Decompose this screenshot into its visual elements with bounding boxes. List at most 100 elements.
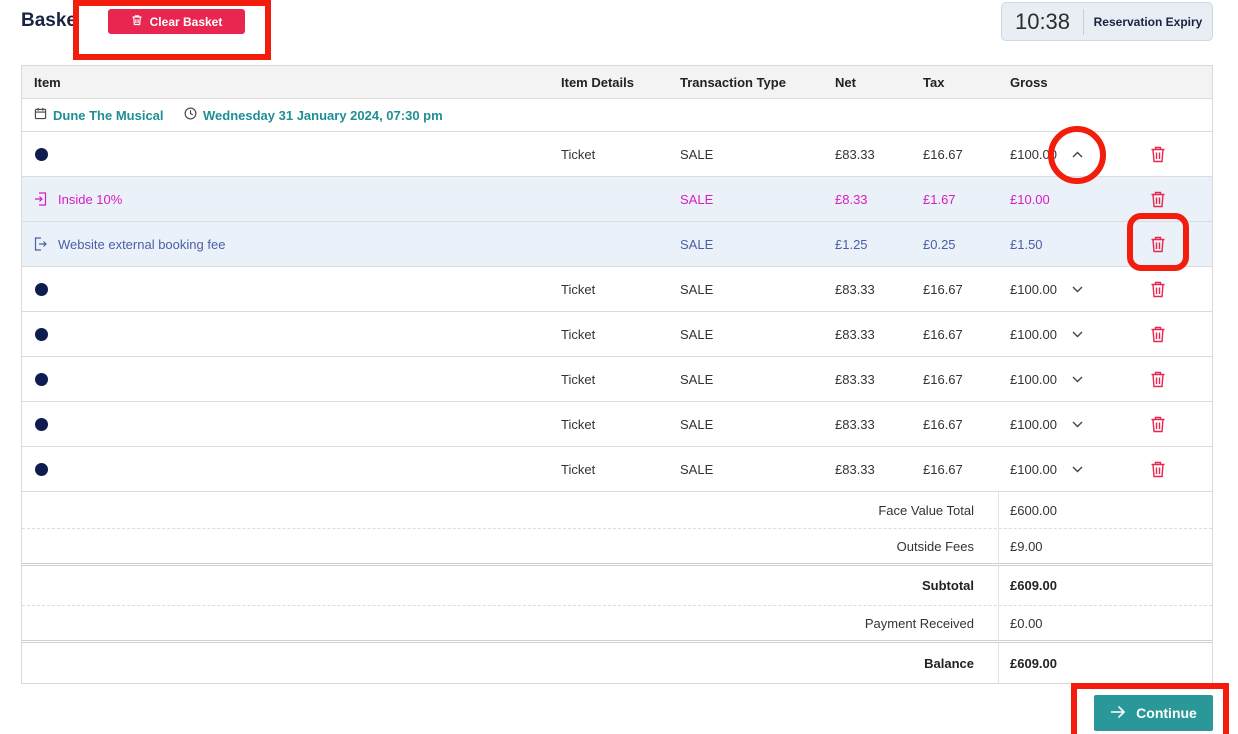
item-details: Ticket	[561, 416, 596, 432]
chevron-down-icon[interactable]	[1072, 357, 1083, 401]
trash-icon[interactable]	[1150, 312, 1166, 356]
transaction-type: SALE	[680, 236, 714, 252]
item-details: Ticket	[561, 461, 596, 477]
net: £83.33	[835, 461, 875, 477]
login-icon	[34, 177, 47, 221]
tax: £0.25	[923, 236, 956, 252]
table-row: Ticket SALE £83.33 £16.67 £100.00	[22, 312, 1212, 357]
table-row: Ticket SALE £83.33 £16.67 £100.00	[22, 447, 1212, 492]
tax: £16.67	[923, 416, 963, 432]
net: £83.33	[835, 326, 875, 342]
chevron-down-icon[interactable]	[1072, 447, 1083, 491]
trash-icon[interactable]	[1150, 132, 1166, 176]
payment-label: Payment Received	[864, 615, 974, 631]
transaction-type: SALE	[680, 371, 714, 387]
transaction-type: SALE	[680, 191, 714, 207]
item-details: Ticket	[561, 146, 596, 162]
table-row: Ticket SALE £83.33 £16.67 £100.00	[22, 267, 1212, 312]
net: £83.33	[835, 281, 875, 297]
trash-icon[interactable]	[1150, 447, 1166, 491]
status-dot	[35, 372, 48, 386]
subtotal-label: Subtotal	[922, 578, 974, 593]
highlight-box	[73, 0, 271, 60]
tax: £16.67	[923, 146, 963, 162]
net: £83.33	[835, 371, 875, 387]
transaction-type: SALE	[680, 461, 714, 477]
table-row: Ticket SALE £83.33 £16.67 £100.00	[22, 402, 1212, 447]
net: £1.25	[835, 236, 868, 252]
item-details: Ticket	[561, 371, 596, 387]
face-value-label: Face Value Total	[878, 502, 974, 518]
clock-icon	[184, 107, 203, 123]
tax: £1.67	[923, 191, 956, 207]
face-value: £600.00	[1010, 502, 1057, 518]
highlight-circle	[1048, 126, 1106, 184]
col-net: Net	[835, 74, 856, 90]
transaction-type: SALE	[680, 281, 714, 297]
gross: £10.00	[1010, 191, 1050, 207]
expiry-label: Reservation Expiry	[1093, 14, 1203, 29]
balance-row: Balance £609.00	[22, 643, 1212, 683]
event-row: Dune The Musical Wednesday 31 January 20…	[22, 99, 1212, 132]
transaction-type: SALE	[680, 416, 714, 432]
event-name-cell[interactable]: Dune The Musical	[34, 99, 164, 131]
gross: £100.00	[1010, 461, 1057, 477]
col-transaction-type: Transaction Type	[680, 74, 786, 90]
highlight-box	[1071, 683, 1229, 734]
tax: £16.67	[923, 461, 963, 477]
tax: £16.67	[923, 281, 963, 297]
subtotal-row: Subtotal £609.00	[22, 566, 1212, 606]
col-tax: Tax	[923, 74, 945, 90]
page-title: Basket	[21, 10, 73, 31]
chevron-down-icon[interactable]	[1072, 402, 1083, 446]
outside-fees-row: Outside Fees £9.00	[22, 529, 1212, 566]
trash-icon[interactable]	[1150, 357, 1166, 401]
reservation-expiry: 10:38 Reservation Expiry	[1001, 2, 1213, 41]
transaction-type: SALE	[680, 146, 714, 162]
status-dot	[35, 147, 48, 161]
col-gross: Gross	[1010, 74, 1048, 90]
face-value-row: Face Value Total £600.00	[22, 492, 1212, 529]
event-datetime-cell: Wednesday 31 January 2024, 07:30 pm	[184, 99, 443, 131]
subtotal: £609.00	[1010, 578, 1057, 593]
table-row: Website external booking fee SALE £1.25 …	[22, 222, 1212, 267]
fee-label: Website external booking fee	[58, 236, 226, 252]
tax: £16.67	[923, 371, 963, 387]
status-dot	[35, 282, 48, 296]
table-row: Inside 10% SALE £8.33 £1.67 £10.00	[22, 177, 1212, 222]
table-header: Item Item Details Transaction Type Net T…	[22, 66, 1212, 99]
calendar-icon	[34, 107, 53, 123]
event-name: Dune The Musical	[53, 107, 164, 123]
gross: £100.00	[1010, 281, 1057, 297]
item-details: Ticket	[561, 326, 596, 342]
logout-icon	[34, 222, 47, 266]
net: £83.33	[835, 146, 875, 162]
table-row: Ticket SALE £83.33 £16.67 £100.00	[22, 132, 1212, 177]
gross: £100.00	[1010, 416, 1057, 432]
trash-icon[interactable]	[1150, 267, 1166, 311]
status-dot	[35, 417, 48, 431]
gross: £100.00	[1010, 371, 1057, 387]
fee-label: Inside 10%	[58, 191, 123, 207]
balance-label: Balance	[924, 655, 974, 671]
tax: £16.67	[923, 326, 963, 342]
outside-fees: £9.00	[1010, 538, 1043, 554]
col-item: Item	[34, 74, 61, 90]
expiry-time: 10:38	[1002, 8, 1084, 35]
gross: £1.50	[1010, 236, 1043, 252]
balance: £609.00	[1010, 655, 1057, 671]
transaction-type: SALE	[680, 326, 714, 342]
chevron-down-icon[interactable]	[1072, 312, 1083, 356]
net: £8.33	[835, 191, 868, 207]
payment-row: Payment Received £0.00	[22, 606, 1212, 643]
event-datetime: Wednesday 31 January 2024, 07:30 pm	[203, 107, 443, 123]
status-dot	[35, 327, 48, 341]
trash-icon[interactable]	[1150, 402, 1166, 446]
basket-table: Item Item Details Transaction Type Net T…	[21, 65, 1213, 684]
chevron-down-icon[interactable]	[1072, 267, 1083, 311]
gross: £100.00	[1010, 326, 1057, 342]
highlight-box	[1127, 213, 1189, 271]
table-row: Ticket SALE £83.33 £16.67 £100.00	[22, 357, 1212, 402]
col-item-details: Item Details	[561, 74, 634, 90]
item-details: Ticket	[561, 281, 596, 297]
